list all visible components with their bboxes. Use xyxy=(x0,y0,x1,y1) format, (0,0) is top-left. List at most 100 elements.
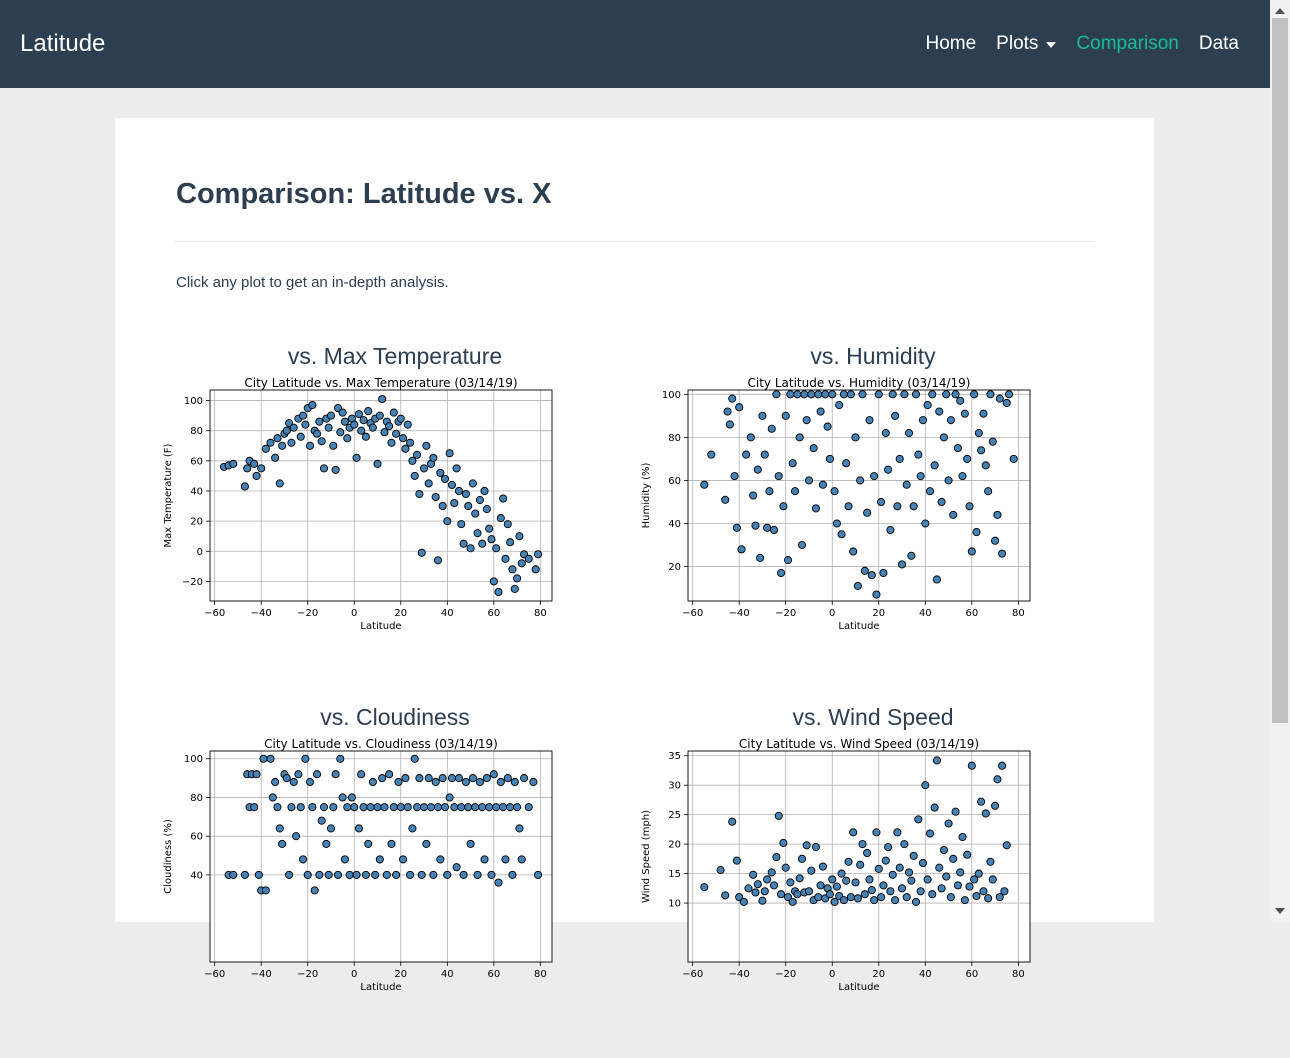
data-point xyxy=(732,856,741,865)
y-tick-label: −20 xyxy=(182,577,203,588)
x-tick-label: 0 xyxy=(351,969,357,980)
data-point xyxy=(944,476,953,485)
data-point xyxy=(907,551,916,560)
data-point xyxy=(415,774,424,783)
data-point xyxy=(338,408,347,417)
data-point xyxy=(837,869,846,878)
data-point xyxy=(389,803,398,812)
data-point xyxy=(329,441,338,450)
data-point xyxy=(928,390,937,399)
x-tick-label: 20 xyxy=(394,608,407,619)
data-point xyxy=(494,878,503,887)
data-point xyxy=(340,417,349,426)
wind-speed-chart[interactable]: City Latitude vs. Wind Speed (03/14/19) −… xyxy=(633,738,1093,1058)
data-point xyxy=(401,774,410,783)
navbar-brand[interactable]: Latitude xyxy=(20,29,105,59)
data-point xyxy=(506,538,515,547)
data-point xyxy=(287,438,296,447)
cloudiness-chart[interactable]: City Latitude vs. Cloudiness (03/14/19) −… xyxy=(155,738,615,1058)
data-point xyxy=(459,539,468,548)
nav-link-plots-dropdown[interactable]: Plots xyxy=(996,31,1057,57)
y-tick-label: 60 xyxy=(190,832,203,843)
data-point xyxy=(501,554,510,563)
data-point xyxy=(417,548,426,557)
data-point xyxy=(986,857,995,866)
data-point xyxy=(886,525,895,534)
x-tick-label: 60 xyxy=(965,608,978,619)
scroll-down-arrow-icon[interactable] xyxy=(1275,908,1285,914)
content-card: Comparison: Latitude vs. X Click any plo… xyxy=(115,118,1154,993)
data-point xyxy=(807,866,816,875)
x-tick-label: −60 xyxy=(204,608,225,619)
data-point xyxy=(345,870,354,879)
data-point xyxy=(1005,390,1014,399)
data-point xyxy=(879,568,888,578)
y-tick-label: 60 xyxy=(668,476,681,487)
data-point xyxy=(951,807,960,816)
data-point xyxy=(508,565,517,574)
y-tick-label: 30 xyxy=(668,781,681,792)
data-point xyxy=(967,761,976,770)
x-axis-label: Latitude xyxy=(838,621,879,632)
data-point xyxy=(317,816,326,825)
data-point xyxy=(707,450,716,459)
vertical-scrollbar[interactable] xyxy=(1270,0,1290,922)
data-point xyxy=(872,590,881,599)
data-point xyxy=(459,870,468,879)
data-point xyxy=(804,887,814,896)
data-point xyxy=(958,833,967,842)
scroll-up-arrow-icon[interactable] xyxy=(1275,8,1285,14)
data-point xyxy=(240,870,249,879)
data-point xyxy=(888,870,897,879)
data-point xyxy=(296,432,305,441)
data-point xyxy=(979,887,988,896)
y-tick-label: 100 xyxy=(662,390,681,401)
data-point xyxy=(457,520,466,529)
data-point xyxy=(877,497,886,507)
max-temperature-chart[interactable]: City Latitude vs. Max Temperature (03/14… xyxy=(155,377,615,697)
data-point xyxy=(774,811,783,820)
data-point xyxy=(781,863,790,872)
data-point xyxy=(292,832,301,841)
scrollbar-thumb[interactable] xyxy=(1272,18,1288,723)
nav-link-home[interactable]: Home xyxy=(925,31,976,57)
data-point xyxy=(721,891,730,900)
data-point xyxy=(874,864,883,873)
data-point xyxy=(506,803,515,812)
y-tick-label: 15 xyxy=(668,869,681,880)
data-point xyxy=(487,870,496,879)
data-point xyxy=(489,770,498,779)
y-tick-label: 35 xyxy=(668,751,681,762)
y-tick-label: 20 xyxy=(190,517,203,528)
data-point xyxy=(501,855,510,864)
data-point xyxy=(468,774,477,783)
nav-link-comparison[interactable]: Comparison xyxy=(1076,31,1178,57)
plot-heading: vs. Cloudiness xyxy=(320,704,470,730)
data-point xyxy=(482,505,491,514)
data-point xyxy=(250,459,259,468)
y-tick-label: 40 xyxy=(190,870,203,881)
data-point xyxy=(385,422,394,431)
data-point xyxy=(450,498,459,508)
data-point xyxy=(795,433,804,442)
humidity-chart[interactable]: City Latitude vs. Humidity (03/14/19) −60… xyxy=(633,377,1093,697)
x-tick-label: 60 xyxy=(487,969,500,980)
nav-link-data[interactable]: Data xyxy=(1199,31,1239,57)
data-point xyxy=(438,774,447,783)
data-point xyxy=(499,494,508,503)
data-point xyxy=(359,416,368,425)
data-point xyxy=(312,429,322,438)
data-point xyxy=(904,868,914,877)
x-tick-label: −60 xyxy=(682,969,703,980)
data-point xyxy=(473,529,482,538)
data-point xyxy=(378,774,387,783)
data-point xyxy=(972,891,981,901)
data-point xyxy=(897,560,907,569)
y-tick-label: 80 xyxy=(190,793,203,804)
data-point xyxy=(333,870,343,879)
data-point xyxy=(517,559,526,568)
data-point xyxy=(496,514,505,523)
divider xyxy=(175,241,1094,242)
data-point xyxy=(257,464,266,473)
data-point xyxy=(865,416,874,425)
